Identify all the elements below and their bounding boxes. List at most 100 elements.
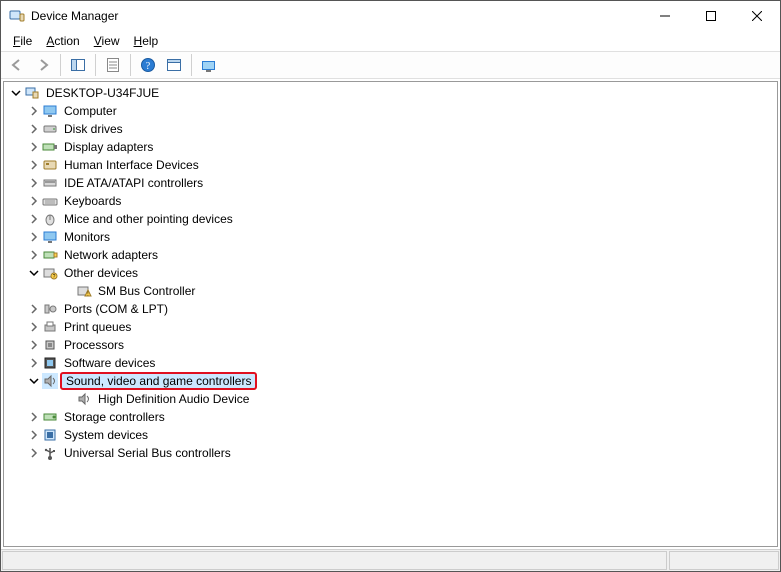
expander-none (60, 391, 76, 407)
tree-category[interactable]: Computer (4, 102, 777, 120)
chevron-right-icon[interactable] (26, 157, 42, 173)
tree-category[interactable]: IDE ATA/ATAPI controllers (4, 174, 777, 192)
tree-category-label: Monitors (62, 230, 112, 244)
cpu-icon (42, 337, 58, 353)
toolbar-separator (130, 54, 131, 76)
chevron-right-icon[interactable] (26, 103, 42, 119)
toolbar-console-tree-button[interactable] (66, 53, 90, 77)
tree-category[interactable]: Mice and other pointing devices (4, 210, 777, 228)
tree-category-label: Display adapters (62, 140, 155, 154)
tree-category-label: Print queues (62, 320, 133, 334)
tree-item[interactable]: High Definition Audio Device (4, 390, 777, 408)
network-icon (42, 247, 58, 263)
other-warn-icon: ! (76, 283, 92, 299)
chevron-right-icon[interactable] (26, 229, 42, 245)
sound-icon (76, 391, 92, 407)
chevron-right-icon[interactable] (26, 445, 42, 461)
tree-item[interactable]: ! SM Bus Controller (4, 282, 777, 300)
maximize-button[interactable] (688, 1, 734, 31)
menubar: File Action View Help (1, 31, 780, 51)
ide-icon (42, 175, 58, 191)
device-tree[interactable]: DESKTOP-U34FJUE Computer Disk drives Dis… (3, 81, 778, 547)
tree-category[interactable]: Keyboards (4, 192, 777, 210)
tree-item-label: SM Bus Controller (96, 284, 197, 298)
tree-category[interactable]: System devices (4, 426, 777, 444)
tree-category[interactable]: Print queues (4, 318, 777, 336)
toolbar-separator (191, 54, 192, 76)
chevron-right-icon[interactable] (26, 301, 42, 317)
chevron-right-icon[interactable] (26, 427, 42, 443)
chevron-down-icon[interactable] (8, 85, 24, 101)
tree-category-label: Other devices (62, 266, 140, 280)
tree-category[interactable]: Sound, video and game controllers (4, 372, 777, 390)
tree-category[interactable]: ? Other devices (4, 264, 777, 282)
tree-item-label: High Definition Audio Device (96, 392, 251, 406)
chevron-right-icon[interactable] (26, 193, 42, 209)
toolbar: ? (1, 51, 780, 79)
mouse-icon (42, 211, 58, 227)
tree-category-label: Network adapters (62, 248, 160, 262)
chevron-right-icon[interactable] (26, 319, 42, 335)
tree-root[interactable]: DESKTOP-U34FJUE (4, 84, 777, 102)
menu-view[interactable]: View (88, 33, 126, 49)
tree-root-label: DESKTOP-U34FJUE (44, 86, 161, 100)
toolbar-separator (95, 54, 96, 76)
hid-icon (42, 157, 58, 173)
toolbar-separator (60, 54, 61, 76)
tree-category[interactable]: Display adapters (4, 138, 777, 156)
chevron-right-icon[interactable] (26, 247, 42, 263)
tree-category-label: Sound, video and game controllers (60, 372, 257, 390)
display-adapter-icon (42, 139, 58, 155)
titlebar: Device Manager (1, 1, 780, 31)
tree-category[interactable]: Network adapters (4, 246, 777, 264)
svg-text:?: ? (53, 274, 56, 280)
toolbar-back-button[interactable] (5, 53, 29, 77)
tree-category[interactable]: Software devices (4, 354, 777, 372)
toolbar-show-hidden-button[interactable] (162, 53, 186, 77)
app-icon (9, 8, 25, 24)
tree-category[interactable]: Ports (COM & LPT) (4, 300, 777, 318)
chevron-right-icon[interactable] (26, 175, 42, 191)
chevron-right-icon[interactable] (26, 337, 42, 353)
toolbar-forward-button[interactable] (31, 53, 55, 77)
monitor-icon (42, 103, 58, 119)
tree-category-label: Ports (COM & LPT) (62, 302, 170, 316)
window-title: Device Manager (31, 9, 118, 23)
tree-category-label: Human Interface Devices (62, 158, 201, 172)
chevron-right-icon[interactable] (26, 139, 42, 155)
toolbar-properties-button[interactable] (101, 53, 125, 77)
chevron-down-icon[interactable] (26, 373, 42, 389)
menu-help[interactable]: Help (128, 33, 165, 49)
close-button[interactable] (734, 1, 780, 31)
computer-icon (24, 85, 40, 101)
disk-icon (42, 121, 58, 137)
usb-icon (42, 445, 58, 461)
expander-none (60, 283, 76, 299)
tree-category-label: System devices (62, 428, 150, 442)
tree-category-label: Computer (62, 104, 119, 118)
device-manager-window: Device Manager File Action View Help (0, 0, 781, 572)
toolbar-help-button[interactable]: ? (136, 53, 160, 77)
tree-category[interactable]: Disk drives (4, 120, 777, 138)
chevron-right-icon[interactable] (26, 211, 42, 227)
system-icon (42, 427, 58, 443)
chevron-right-icon[interactable] (26, 355, 42, 371)
menu-action[interactable]: Action (40, 33, 85, 49)
keyboard-icon (42, 193, 58, 209)
tree-category[interactable]: Storage controllers (4, 408, 777, 426)
chevron-down-icon[interactable] (26, 265, 42, 281)
tree-category-label: Keyboards (62, 194, 123, 208)
toolbar-scan-button[interactable] (197, 53, 221, 77)
tree-category[interactable]: Monitors (4, 228, 777, 246)
tree-category[interactable]: Processors (4, 336, 777, 354)
chevron-right-icon[interactable] (26, 121, 42, 137)
minimize-button[interactable] (642, 1, 688, 31)
other-icon: ? (42, 265, 58, 281)
menu-file[interactable]: File (7, 33, 38, 49)
tree-category-label: Universal Serial Bus controllers (62, 446, 233, 460)
tree-category[interactable]: Universal Serial Bus controllers (4, 444, 777, 462)
statusbar-cell (2, 551, 667, 570)
tree-category[interactable]: Human Interface Devices (4, 156, 777, 174)
chevron-right-icon[interactable] (26, 409, 42, 425)
svg-text:?: ? (146, 61, 151, 72)
